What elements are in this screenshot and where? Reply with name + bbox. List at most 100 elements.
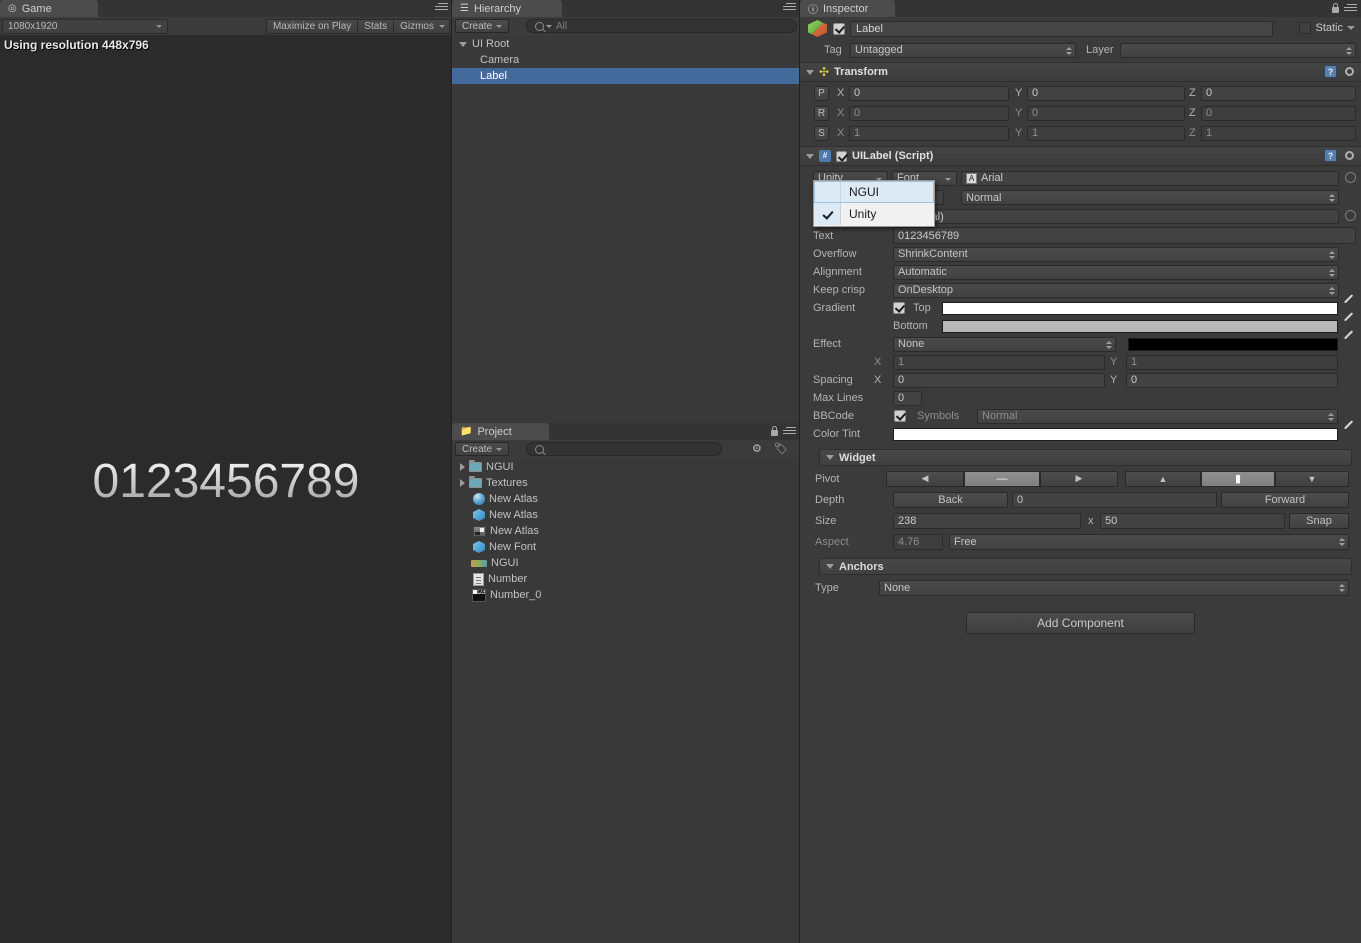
maxlines-field[interactable]: 0 bbox=[893, 390, 922, 406]
pivot-hcenter-button[interactable]: — bbox=[964, 470, 1040, 487]
hierarchy-item-ui-root[interactable]: UI Root bbox=[452, 36, 800, 52]
rotation-badge[interactable]: R bbox=[814, 105, 829, 121]
hierarchy-create-button[interactable]: Create bbox=[455, 19, 510, 33]
anchor-type-dropdown[interactable]: None bbox=[879, 579, 1349, 596]
menu-icon[interactable] bbox=[783, 427, 796, 436]
uilabel-component-header[interactable]: # UILabel (Script) ? bbox=[800, 147, 1361, 166]
aspect-mode-dropdown[interactable]: Free bbox=[949, 533, 1349, 550]
help-icon[interactable]: ? bbox=[1324, 65, 1337, 78]
symbols-dropdown[interactable]: Normal bbox=[977, 408, 1338, 424]
position-badge[interactable]: P bbox=[814, 85, 829, 101]
tag-dropdown[interactable]: Untagged bbox=[850, 42, 1076, 58]
keepcrisp-dropdown[interactable]: OnDesktop bbox=[893, 282, 1339, 298]
gradient-checkbox[interactable] bbox=[893, 302, 905, 314]
widget-section-header[interactable]: Widget bbox=[819, 449, 1352, 466]
transform-component-header[interactable]: ✣ Transform ? bbox=[800, 63, 1361, 82]
project-item-textures-folder[interactable]: Textures bbox=[452, 475, 800, 491]
gizmos-button[interactable]: Gizmos bbox=[394, 19, 450, 34]
chevron-down-icon[interactable] bbox=[826, 455, 834, 460]
effect-y-field[interactable]: 1 bbox=[1126, 354, 1338, 370]
game-tab-menu[interactable] bbox=[435, 3, 448, 12]
uilabel-enabled-checkbox[interactable] bbox=[836, 150, 847, 162]
effect-dropdown[interactable]: None bbox=[893, 336, 1116, 352]
gameobject-name-field[interactable]: Label bbox=[850, 21, 1273, 37]
colortint-color-field[interactable] bbox=[893, 428, 1338, 441]
chevron-down-icon[interactable] bbox=[806, 153, 814, 159]
effect-x-field[interactable]: 1 bbox=[893, 354, 1105, 370]
gameobject-enabled-checkbox[interactable] bbox=[833, 23, 845, 35]
scale-badge[interactable]: S bbox=[814, 125, 829, 141]
chevron-right-icon[interactable] bbox=[460, 479, 465, 487]
size-height-field[interactable]: 50 bbox=[1100, 512, 1285, 529]
anchors-section-header[interactable]: Anchors bbox=[819, 558, 1352, 575]
material-picker-icon[interactable] bbox=[1345, 210, 1356, 221]
font-source-dropdown-popup[interactable]: NGUI Unity bbox=[813, 180, 935, 227]
depth-back-button[interactable]: Back bbox=[893, 491, 1008, 508]
eyedropper-icon[interactable] bbox=[1343, 337, 1356, 350]
alignment-dropdown[interactable]: Automatic bbox=[893, 264, 1339, 280]
font-asset-field[interactable]: A Arial bbox=[961, 170, 1339, 186]
pivot-bottom-button[interactable]: ▼ bbox=[1275, 470, 1349, 487]
project-item-ngui-folder[interactable]: NGUI bbox=[452, 459, 800, 475]
eyedropper-icon[interactable] bbox=[1343, 427, 1356, 440]
project-item-number[interactable]: Number bbox=[452, 571, 800, 587]
gradient-bottom-color-field[interactable] bbox=[942, 320, 1338, 333]
static-toggle-group[interactable]: Static bbox=[1299, 22, 1355, 34]
project-item-new-atlas-material[interactable]: New Atlas bbox=[452, 491, 800, 507]
project-create-button[interactable]: Create bbox=[455, 442, 510, 456]
menu-icon[interactable] bbox=[1344, 4, 1357, 13]
help-icon[interactable]: ? bbox=[1324, 149, 1337, 162]
eyedropper-icon[interactable] bbox=[1343, 301, 1356, 314]
hierarchy-search-input[interactable]: All bbox=[526, 19, 797, 33]
layer-dropdown[interactable] bbox=[1120, 42, 1356, 58]
font-style-dropdown[interactable]: Normal bbox=[961, 190, 1339, 205]
size-width-field[interactable]: 238 bbox=[893, 512, 1081, 529]
spacing-y-field[interactable]: 0 bbox=[1126, 372, 1338, 388]
project-search-input[interactable] bbox=[526, 442, 722, 456]
hierarchy-tab-menu[interactable] bbox=[783, 3, 796, 12]
inspector-tab-menu[interactable] bbox=[1331, 3, 1357, 14]
pivot-vcenter-button[interactable]: ▮ bbox=[1201, 470, 1275, 487]
depth-value-field[interactable]: 0 bbox=[1012, 491, 1217, 508]
maximize-on-play-button[interactable]: Maximize on Play bbox=[265, 19, 359, 34]
dropdown-option-unity[interactable]: Unity bbox=[814, 203, 934, 225]
project-item-new-atlas-prefab[interactable]: New Atlas bbox=[452, 507, 800, 523]
gear-icon[interactable] bbox=[1343, 149, 1356, 162]
add-component-button[interactable]: Add Component bbox=[966, 612, 1195, 634]
scale-z-field[interactable]: 1 bbox=[1201, 125, 1356, 141]
scale-y-field[interactable]: 1 bbox=[1027, 125, 1185, 141]
filter-by-type-icon[interactable]: ⚙ bbox=[752, 442, 770, 456]
chevron-down-icon[interactable] bbox=[439, 25, 445, 28]
project-item-new-font[interactable]: New Font bbox=[452, 539, 800, 555]
lock-icon[interactable] bbox=[1331, 3, 1340, 14]
project-tab-menu[interactable] bbox=[770, 426, 796, 437]
aspect-value-field[interactable]: 4.76 bbox=[893, 533, 943, 550]
resolution-dropdown[interactable]: 1080x1920 bbox=[2, 19, 168, 34]
chevron-down-icon[interactable] bbox=[806, 69, 814, 75]
hierarchy-item-label[interactable]: Label bbox=[452, 68, 800, 84]
tab-game[interactable]: ◎ Game bbox=[0, 0, 98, 17]
game-render-surface[interactable]: Using resolution 448x796 0123456789 bbox=[0, 35, 452, 943]
tab-hierarchy[interactable]: ☰ Hierarchy bbox=[452, 0, 562, 17]
position-z-field[interactable]: 0 bbox=[1201, 85, 1356, 101]
rotation-z-field[interactable]: 0 bbox=[1201, 105, 1356, 121]
snap-button[interactable]: Snap bbox=[1289, 512, 1349, 529]
project-item-new-atlas-texture[interactable]: New Atlas bbox=[452, 523, 800, 539]
spacing-x-field[interactable]: 0 bbox=[893, 372, 1105, 388]
rotation-y-field[interactable]: 0 bbox=[1027, 105, 1185, 121]
project-item-ngui-asset[interactable]: NGUI bbox=[452, 555, 800, 571]
filter-by-label-icon[interactable]: 🏷 bbox=[774, 442, 792, 456]
gradient-top-color-field[interactable] bbox=[942, 302, 1338, 315]
material-field[interactable]: Material) bbox=[896, 209, 1339, 224]
menu-icon[interactable] bbox=[783, 3, 796, 12]
gear-icon[interactable] bbox=[1343, 65, 1356, 78]
overflow-dropdown[interactable]: ShrinkContent bbox=[893, 246, 1339, 262]
chevron-down-icon[interactable] bbox=[826, 564, 834, 569]
chevron-right-icon[interactable] bbox=[460, 463, 465, 471]
position-y-field[interactable]: 0 bbox=[1027, 85, 1185, 101]
bbcode-checkbox[interactable] bbox=[894, 410, 906, 422]
pivot-top-button[interactable]: ▲ bbox=[1125, 470, 1201, 487]
tab-inspector[interactable]: ⓘ Inspector bbox=[800, 0, 895, 17]
tab-project[interactable]: 📁 Project bbox=[452, 423, 549, 440]
static-checkbox[interactable] bbox=[1299, 22, 1312, 34]
